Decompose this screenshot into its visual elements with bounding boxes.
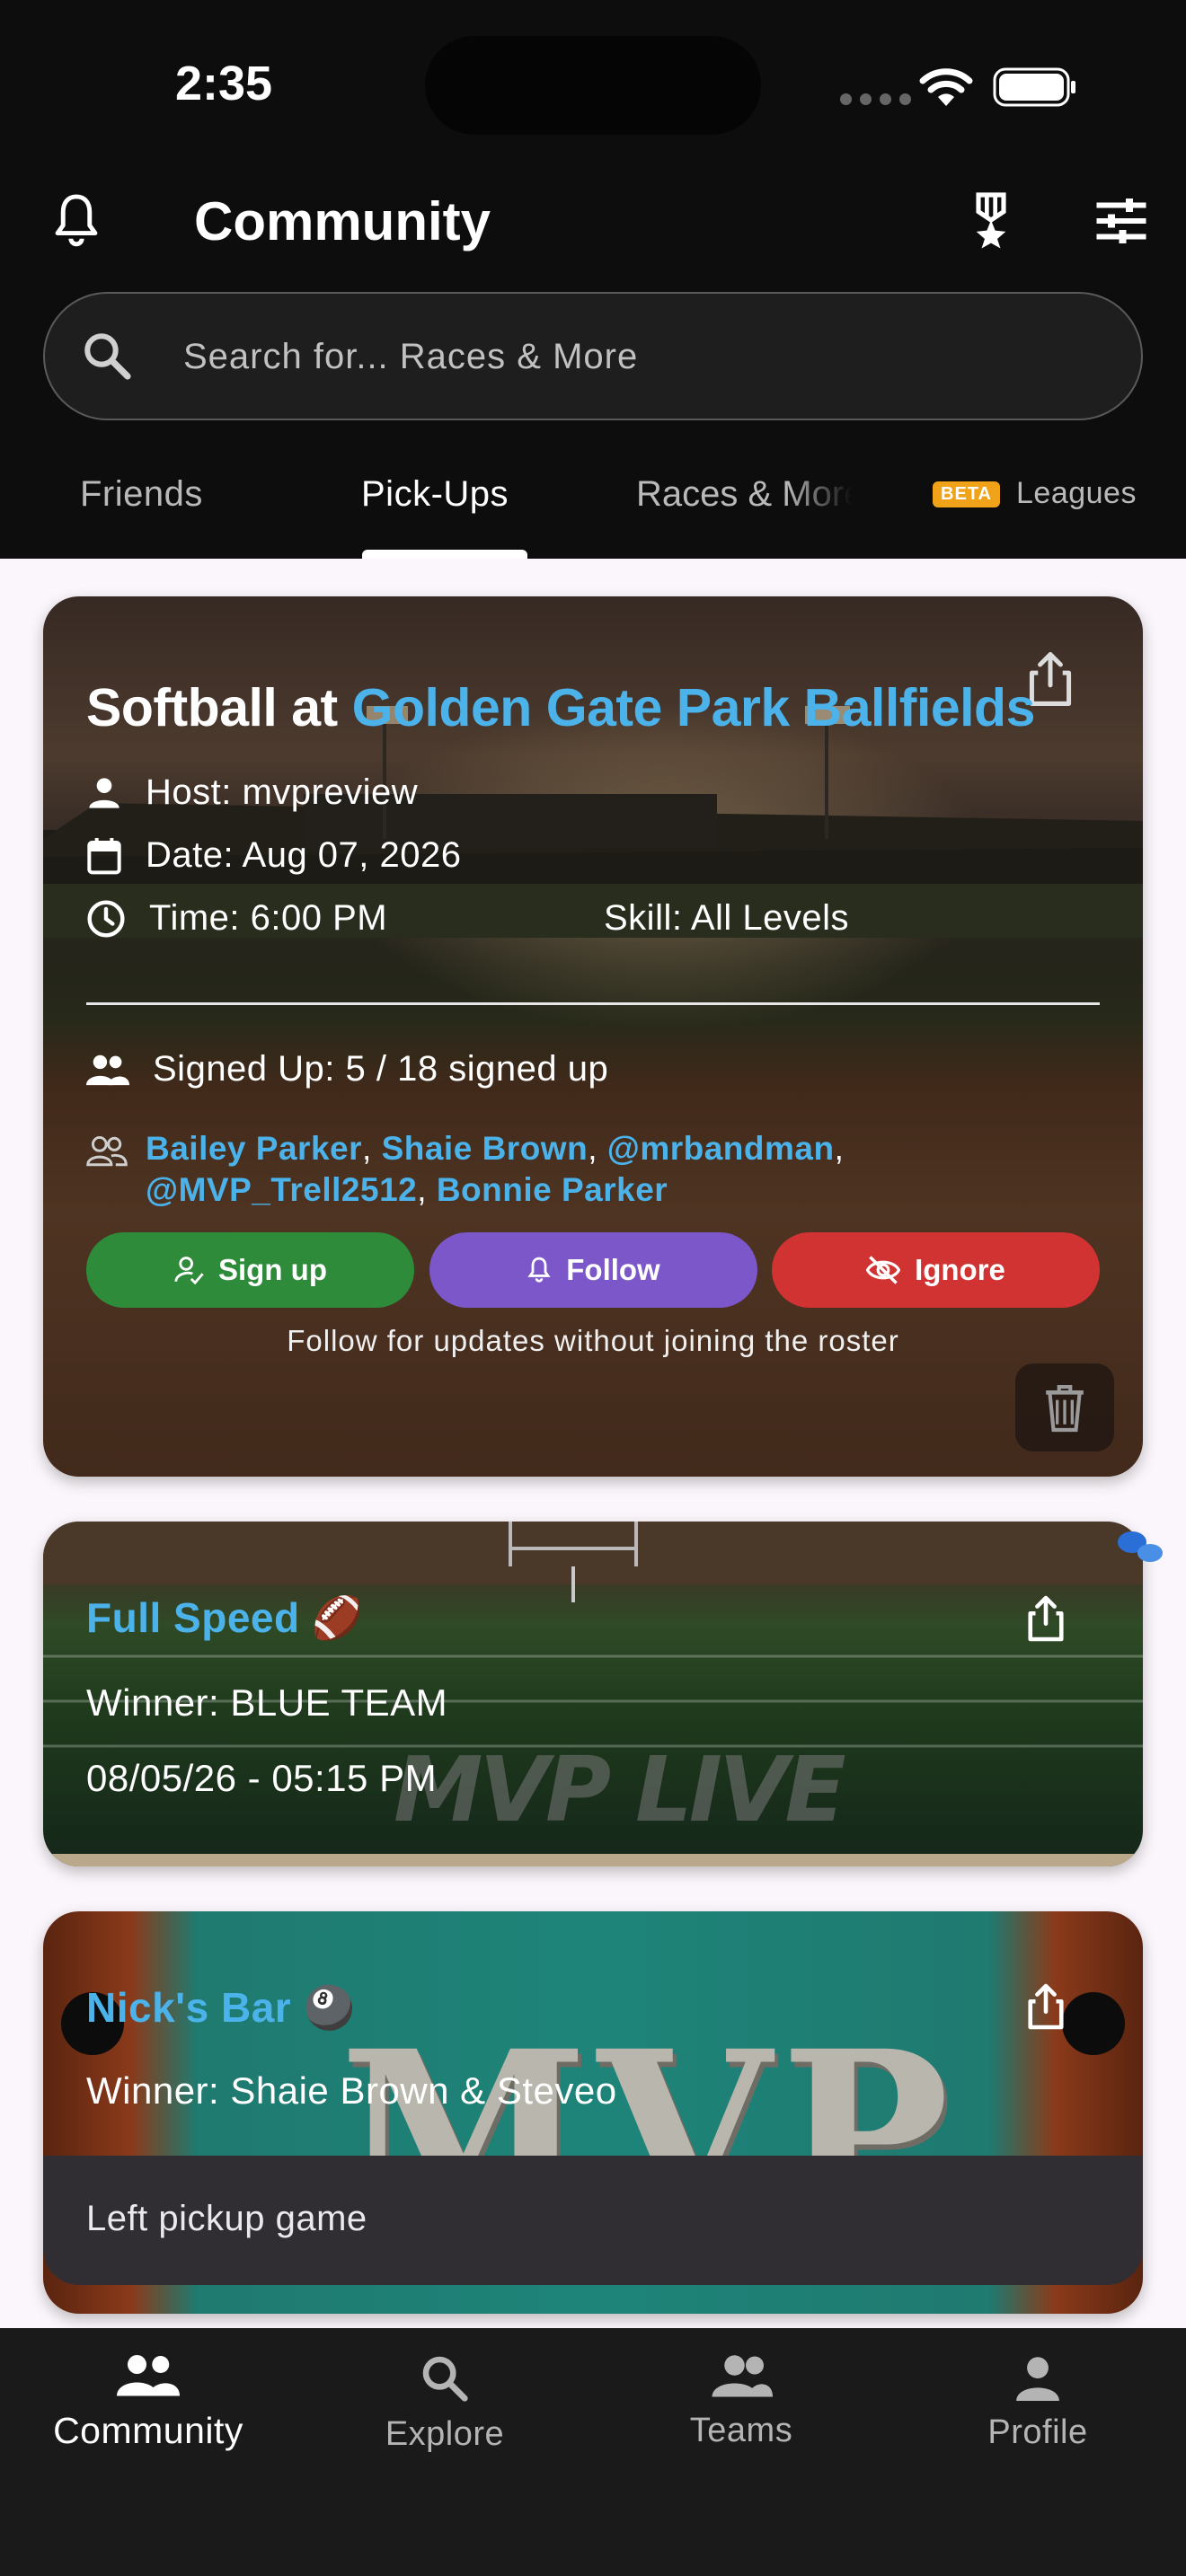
signed-up-count: Signed Up: 5 / 18 signed up (153, 1049, 609, 1089)
tab-pickups[interactable]: Pick-Ups (361, 474, 509, 515)
table-pocket (1062, 1992, 1125, 2055)
participant-link[interactable]: @mrbandman (607, 1130, 835, 1167)
time-text: Time: 6:00 PM (149, 898, 388, 938)
profile-icon (1016, 2357, 1059, 2401)
status-time: 2:35 (175, 57, 273, 110)
time-row: Time: 6:00 PM (86, 898, 387, 939)
trophy-icon[interactable] (966, 190, 1016, 250)
tab-leagues[interactable]: Leagues (1016, 476, 1137, 511)
follow-hint-text: Follow for updates without joining the r… (287, 1324, 899, 1357)
nav-explore[interactable]: Explore (296, 2353, 593, 2454)
bell-outline-icon (527, 1257, 551, 1283)
page-title: Community (194, 191, 491, 251)
game-datetime: 08/05/26 - 05:15 PM (86, 1757, 438, 1799)
participant-link[interactable]: Bonnie Parker (437, 1171, 668, 1208)
chat-bubble-icon[interactable] (1114, 1529, 1164, 1566)
event-location-link[interactable]: Golden Gate Park Ballfields (352, 678, 1036, 737)
nav-community-label: Community (53, 2410, 243, 2451)
nav-profile-label: Profile (987, 2413, 1088, 2451)
cellular-signal-icon (840, 93, 911, 105)
host-text: Host: mvpreview (146, 772, 419, 812)
tab-bar: Friends Pick-Ups Races & More BETA Leagu… (0, 458, 1186, 559)
trash-icon (1046, 1385, 1084, 1433)
search-icon (84, 333, 131, 380)
search-icon (422, 2356, 468, 2402)
dynamic-island (425, 36, 761, 135)
tab-friends[interactable]: Friends (80, 474, 203, 515)
sign-up-button[interactable]: Sign up (86, 1232, 414, 1308)
game-result-card[interactable]: MVP LIVE Full Speed 🏈 Winner: BLUE TEAM … (43, 1522, 1143, 1866)
community-icon (117, 2355, 180, 2396)
calendar-icon (87, 837, 121, 874)
bell-icon[interactable] (49, 192, 103, 250)
delete-button[interactable] (1015, 1363, 1114, 1451)
snackbar-message: Left pickup game (86, 2199, 367, 2238)
eye-off-icon (866, 1256, 901, 1284)
app-screen: 2:35 Community Search for... Races & Mor… (0, 0, 1186, 2576)
winner-text: Winner: Shaie Brown & Steveo (86, 2069, 617, 2112)
event-title-prefix: Softball at (86, 678, 338, 737)
signed-up-row: Signed Up: 5 / 18 signed up (86, 1049, 608, 1090)
participant-link[interactable]: Shaie Brown (382, 1130, 589, 1167)
teams-icon (712, 2355, 773, 2397)
game-title-link[interactable]: Full Speed 🏈 (86, 1593, 364, 1643)
nav-community[interactable]: Community (0, 2353, 296, 2452)
snackbar: Left pickup game (43, 2156, 1143, 2285)
person-icon (89, 777, 119, 808)
participants-list: Bailey Parker, Shaie Brown, @mrbandman, … (146, 1130, 845, 1208)
event-title: Softball at Golden Gate Park Ballfields (86, 677, 1035, 738)
share-icon[interactable] (1025, 1981, 1067, 2032)
participant-link[interactable]: Bailey Parker (146, 1130, 362, 1167)
person-check-icon (174, 1257, 204, 1285)
date-text: Date: Aug 07, 2026 (146, 835, 462, 875)
top-app-bar: 2:35 Community Search for... Races & Mor… (0, 0, 1186, 559)
winner-text: Winner: BLUE TEAM (86, 1681, 448, 1724)
game-title-link[interactable]: Nick's Bar 🎱 (86, 1983, 355, 2033)
group-icon (86, 1054, 129, 1085)
nav-teams[interactable]: Teams (593, 2353, 890, 2450)
filter-settings-icon[interactable] (1094, 198, 1148, 244)
nav-teams-label: Teams (689, 2412, 793, 2449)
bottom-navigation: Community Explore Teams Profile (0, 2328, 1186, 2576)
participants-outline-icon (86, 1135, 128, 1167)
battery-icon (993, 67, 1075, 107)
follow-button[interactable]: Follow (429, 1232, 757, 1308)
sign-up-label: Sign up (218, 1253, 327, 1286)
clock-icon (87, 899, 125, 938)
skill-level-text: Skill: All Levels (604, 898, 850, 938)
search-input[interactable] (183, 330, 1082, 384)
card-divider (86, 1002, 1100, 1005)
share-icon[interactable] (1025, 1593, 1067, 1644)
date-row: Date: Aug 07, 2026 (86, 835, 462, 876)
nav-explore-label: Explore (385, 2415, 505, 2453)
tab-active-indicator (362, 550, 527, 559)
wifi-icon (919, 68, 973, 106)
tab-races-and-more[interactable]: Races & More (636, 474, 852, 515)
host-row: Host: mvpreview (86, 772, 418, 813)
mvp-live-logo: MVP LIVE (394, 1737, 846, 1842)
ignore-button[interactable]: Ignore (772, 1232, 1100, 1308)
search-bar[interactable] (43, 292, 1143, 420)
ignore-label: Ignore (915, 1253, 1005, 1286)
beta-badge: BETA (933, 481, 1000, 507)
participant-link[interactable]: @MVP_Trell2512 (146, 1171, 417, 1208)
nav-profile[interactable]: Profile (890, 2353, 1186, 2452)
pickup-game-card[interactable]: Softball at Golden Gate Park Ballfields … (43, 596, 1143, 1477)
follow-label: Follow (566, 1253, 660, 1286)
